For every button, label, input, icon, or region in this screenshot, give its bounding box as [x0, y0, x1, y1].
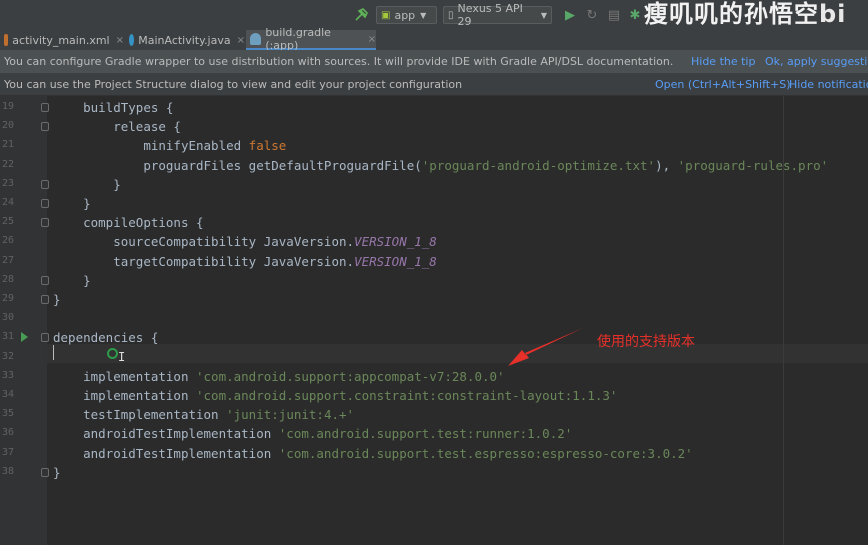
- code-line: proguardFiles getDefaultProguardFile('pr…: [53, 156, 828, 175]
- code-token: androidTestImplementation: [83, 445, 279, 461]
- device-label: Nexus 5 API 29: [457, 2, 523, 28]
- tab-label: MainActivity.java: [138, 33, 231, 47]
- banner-text: You can configure Gradle wrapper to use …: [4, 55, 674, 68]
- run-config-select[interactable]: ▣ app ▼: [376, 6, 437, 24]
- code-token: testImplementation: [83, 407, 227, 423]
- code-token: proguardFiles getDefaultProguardFile(: [143, 157, 422, 173]
- mouse-cursor-ring: [107, 348, 118, 359]
- code-token: compileOptions {: [83, 215, 204, 231]
- code-token: VERSION_1_8: [354, 253, 437, 269]
- run-icon[interactable]: ▶: [562, 6, 578, 24]
- close-icon[interactable]: ×: [116, 35, 124, 46]
- code-line: dependencies {: [53, 328, 158, 347]
- xml-file-icon: [4, 34, 9, 46]
- editor-tabs: activity_main.xml × MainActivity.java × …: [0, 26, 868, 52]
- code-token: 'proguard-rules.pro': [677, 157, 829, 173]
- code-token: }: [113, 176, 121, 192]
- run-config-label: app: [394, 8, 416, 22]
- code-line: }: [53, 175, 121, 194]
- code-line: sourceCompatibility JavaVersion.VERSION_…: [53, 232, 437, 251]
- code-token: 'com.android.support.test:runner:1.0.2': [278, 426, 573, 442]
- hide-notification-link[interactable]: Hide notification: [789, 78, 868, 91]
- code-line: buildTypes {: [53, 98, 173, 117]
- ibeam-cursor-icon: I: [118, 350, 126, 364]
- device-select[interactable]: ▯ Nexus 5 API 29 ▼: [443, 2, 552, 28]
- code-token: buildTypes {: [83, 100, 174, 115]
- code-line: }: [53, 290, 61, 309]
- chevron-down-icon: ▼: [420, 10, 427, 20]
- hammer-icon[interactable]: [353, 6, 369, 24]
- code-token: minifyEnabled: [143, 138, 249, 154]
- tab-label: build.gradle (:app): [265, 26, 331, 52]
- rerun-icon[interactable]: ↻: [584, 6, 600, 24]
- open-project-structure-link[interactable]: Open (Ctrl+Alt+Shift+S): [655, 78, 791, 91]
- apply-suggestion-link[interactable]: Ok, apply suggestion: [765, 55, 868, 68]
- close-icon[interactable]: ×: [237, 35, 245, 46]
- tab-activity-main-xml[interactable]: activity_main.xml ×: [0, 30, 124, 50]
- code-token: targetCompatibility JavaVersion.: [113, 253, 355, 269]
- code-token: VERSION_1_8: [354, 234, 437, 250]
- code-token: }: [83, 196, 91, 211]
- java-class-icon: [129, 34, 135, 46]
- code-line: implementation 'com.android.support:appc…: [53, 367, 505, 386]
- code-token: sourceCompatibility JavaVersion.: [113, 234, 355, 250]
- banner-text: You can use the Project Structure dialog…: [4, 77, 463, 91]
- code-token: }: [53, 292, 61, 307]
- code-line: compileOptions {: [53, 213, 204, 232]
- gradle-elephant-icon: [250, 33, 262, 45]
- code-token: 'com.android.support:appcompat-v7:28.0.0…: [196, 368, 505, 384]
- code-line: targetCompatibility JavaVersion.VERSION_…: [53, 252, 437, 271]
- stop-icon[interactable]: ▤: [606, 6, 622, 24]
- code-line: androidTestImplementation 'com.android.s…: [53, 444, 693, 463]
- code-token: }: [83, 272, 91, 288]
- close-icon[interactable]: ×: [368, 34, 376, 45]
- code-token: 'com.android.support.test.espresso:espre…: [278, 445, 693, 461]
- device-icon: ▯: [448, 9, 454, 21]
- chevron-down-icon: ▼: [540, 10, 547, 20]
- video-watermark: 瘦叽叽的孙悟空bi: [644, 0, 847, 28]
- code-line: minifyEnabled false: [53, 136, 286, 155]
- code-line: testImplementation 'junit:junit:4.+': [53, 405, 354, 424]
- code-token: 'proguard-android-optimize.txt': [421, 157, 656, 173]
- code-line: implementation 'com.android.support.cons…: [53, 386, 617, 405]
- project-structure-banner: You can use the Project Structure dialog…: [0, 73, 868, 96]
- code-editor[interactable]: buildTypes { release { minifyEnabled fal…: [0, 96, 868, 545]
- current-line-highlight: [47, 344, 868, 363]
- code-token: }: [53, 464, 61, 480]
- code-line: release {: [53, 117, 181, 136]
- code-token: ),: [655, 157, 678, 173]
- annotation-text: 使用的支持版本: [597, 334, 695, 350]
- code-line: }: [53, 463, 61, 482]
- code-token: 'com.android.support.constraint:constrai…: [196, 388, 618, 403]
- code-token: release {: [113, 119, 181, 135]
- code-token: implementation: [83, 368, 196, 384]
- code-token: false: [248, 138, 287, 154]
- code-line: androidTestImplementation 'com.android.s…: [53, 424, 572, 443]
- main-toolbar: ▣ app ▼ ▯ Nexus 5 API 29 ▼ ▶ ↻ ▤ ✱ 瘦叽叽的孙…: [0, 0, 868, 31]
- code-token: dependencies {: [53, 330, 159, 346]
- code-token: implementation: [83, 388, 196, 403]
- code-token: androidTestImplementation: [83, 426, 279, 442]
- android-icon: ▣: [381, 9, 391, 21]
- code-line: }: [53, 194, 91, 213]
- debug-icon[interactable]: ✱: [627, 6, 643, 24]
- hide-tip-link[interactable]: Hide the tip: [691, 55, 755, 68]
- text-caret: [53, 345, 54, 360]
- tab-build-gradle-app[interactable]: build.gradle (:app) ×: [246, 26, 376, 52]
- tab-main-activity-java[interactable]: MainActivity.java ×: [125, 30, 245, 50]
- gradle-wrapper-tip-banner: You can configure Gradle wrapper to use …: [0, 50, 868, 73]
- code-token: 'junit:junit:4.+': [226, 407, 355, 423]
- tab-label: activity_main.xml: [12, 33, 110, 47]
- code-line: }: [53, 271, 91, 290]
